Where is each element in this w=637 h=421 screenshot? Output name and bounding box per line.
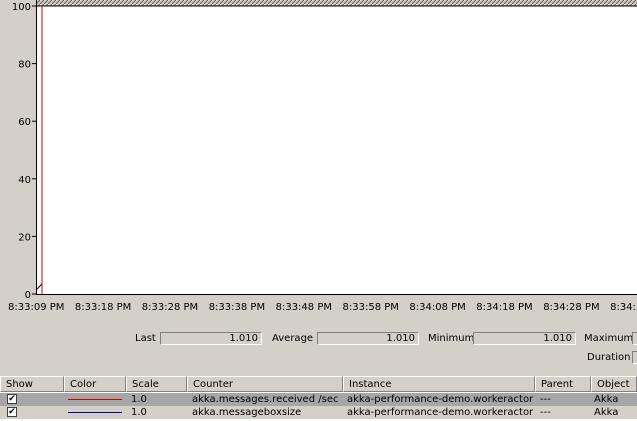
x-tick-label: 8:34:3 [610, 302, 637, 313]
y-tick-label: 40 [18, 175, 31, 186]
y-tick-label: 0 [25, 290, 31, 301]
show-checkbox[interactable]: ✔ [7, 394, 17, 404]
x-tick-label: 8:33:28 PM [142, 302, 198, 313]
table-row[interactable]: ✔ 1.0 akka.messages.received /sec akka-p… [0, 393, 637, 406]
minimum-value: 1.010 [473, 332, 576, 345]
last-label: Last [135, 333, 156, 344]
average-label: Average [272, 333, 314, 344]
col-instance[interactable]: Instance [343, 376, 535, 392]
y-tick-label: 100 [12, 2, 31, 13]
minimum-label: Minimum [428, 333, 475, 344]
duration-value [632, 351, 637, 364]
y-tick-label: 80 [18, 60, 31, 71]
counter-table[interactable]: Show Color Scale Counter Instance Parent… [0, 376, 637, 421]
col-counter[interactable]: Counter [187, 376, 343, 392]
col-color[interactable]: Color [64, 376, 126, 392]
col-show[interactable]: Show [0, 376, 64, 392]
maximum-value [632, 332, 637, 345]
table-row[interactable]: ✔ 1.0 akka.messageboxsize akka-performan… [0, 406, 637, 419]
color-swatch [68, 412, 122, 413]
instance-cell: akka-performance-demo.workeractor [347, 407, 534, 418]
x-tick-label: 8:33:09 PM [8, 302, 64, 313]
maximum-label: Maximum [584, 333, 634, 344]
last-value: 1.010 [160, 332, 262, 345]
counter-cell: akka.messages.received /sec [192, 394, 339, 405]
col-object[interactable]: Object [591, 376, 637, 392]
average-value: 1.010 [317, 332, 419, 345]
scale-cell: 1.0 [131, 407, 147, 418]
parent-cell: --- [540, 394, 551, 405]
performance-chart: 100 80 60 40 20 0 8:33:09 PM 8:33:18 PM 8:33:28 … [0, 0, 637, 318]
y-tick-label: 20 [18, 232, 31, 243]
chart-svg: 100 80 60 40 20 08:33:09 PM 8:33:18 PM 8:33:28 … [8, 0, 637, 313]
y-tick-label: 60 [18, 117, 31, 128]
x-tick-label: 8:34:08 PM [409, 302, 465, 313]
counter-cell: akka.messageboxsize [192, 407, 302, 418]
duration-label: Duration [587, 352, 631, 363]
object-cell: Akka [594, 394, 619, 405]
x-tick-label: 8:33:18 PM [75, 302, 131, 313]
object-cell: Akka [594, 407, 619, 418]
col-parent[interactable]: Parent [535, 376, 591, 392]
x-tick-label: 8:33:48 PM [276, 302, 332, 313]
plot-area [36, 6, 637, 294]
color-swatch [68, 399, 122, 400]
x-tick-label: 8:34:28 PM [543, 302, 599, 313]
x-tick-label: 8:34:18 PM [476, 302, 532, 313]
parent-cell: --- [540, 407, 551, 418]
instance-cell: akka-performance-demo.workeractor [347, 394, 534, 405]
scale-cell: 1.0 [131, 394, 147, 405]
chart-top-band [36, 0, 637, 6]
show-checkbox[interactable]: ✔ [7, 407, 17, 417]
x-tick-label: 8:33:38 PM [209, 302, 265, 313]
x-tick-label: 8:33:58 PM [343, 302, 399, 313]
col-scale[interactable]: Scale [126, 376, 187, 392]
